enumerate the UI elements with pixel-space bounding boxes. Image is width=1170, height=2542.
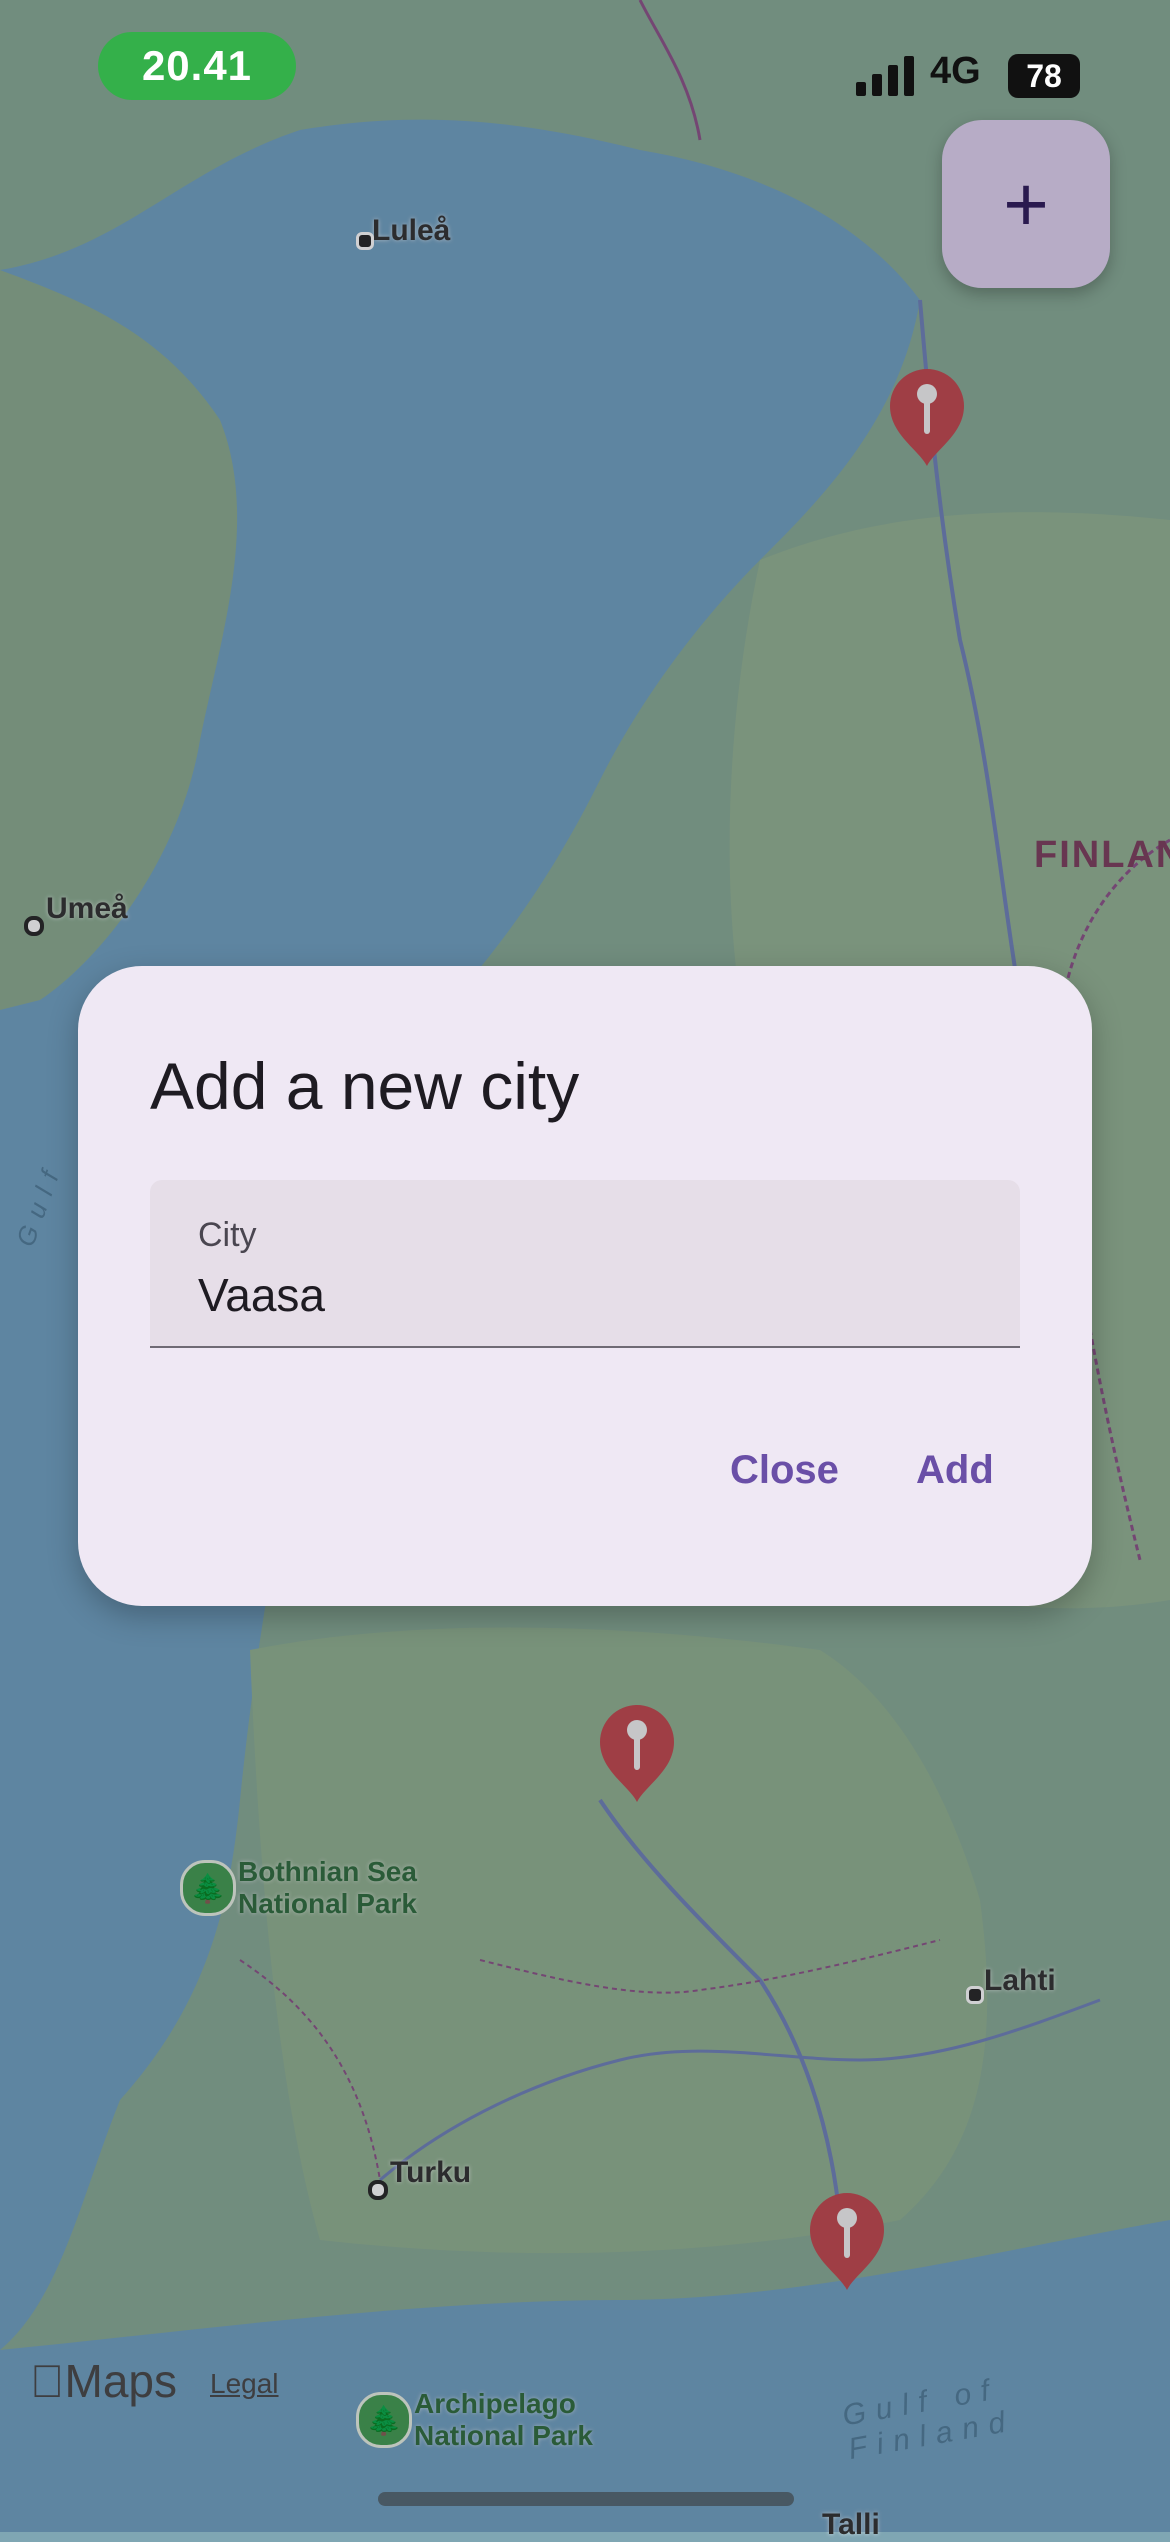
- add-city-dialog: Add a new city City Vaasa Close Add: [78, 966, 1092, 1606]
- network-type: 4G: [930, 50, 981, 92]
- battery-icon: 78: [1008, 54, 1080, 98]
- add-button[interactable]: Add: [916, 1448, 994, 1493]
- city-input-value[interactable]: Vaasa: [198, 1268, 325, 1322]
- plus-icon: +: [1003, 159, 1049, 248]
- dialog-title: Add a new city: [150, 1049, 580, 1123]
- close-button[interactable]: Close: [730, 1448, 839, 1493]
- status-time: 20.41: [98, 32, 296, 100]
- city-input-label: City: [198, 1216, 257, 1254]
- home-indicator[interactable]: [378, 2492, 794, 2506]
- add-city-button[interactable]: +: [942, 120, 1110, 288]
- city-input[interactable]: City Vaasa: [150, 1180, 1020, 1348]
- cellular-signal-icon: [856, 56, 914, 96]
